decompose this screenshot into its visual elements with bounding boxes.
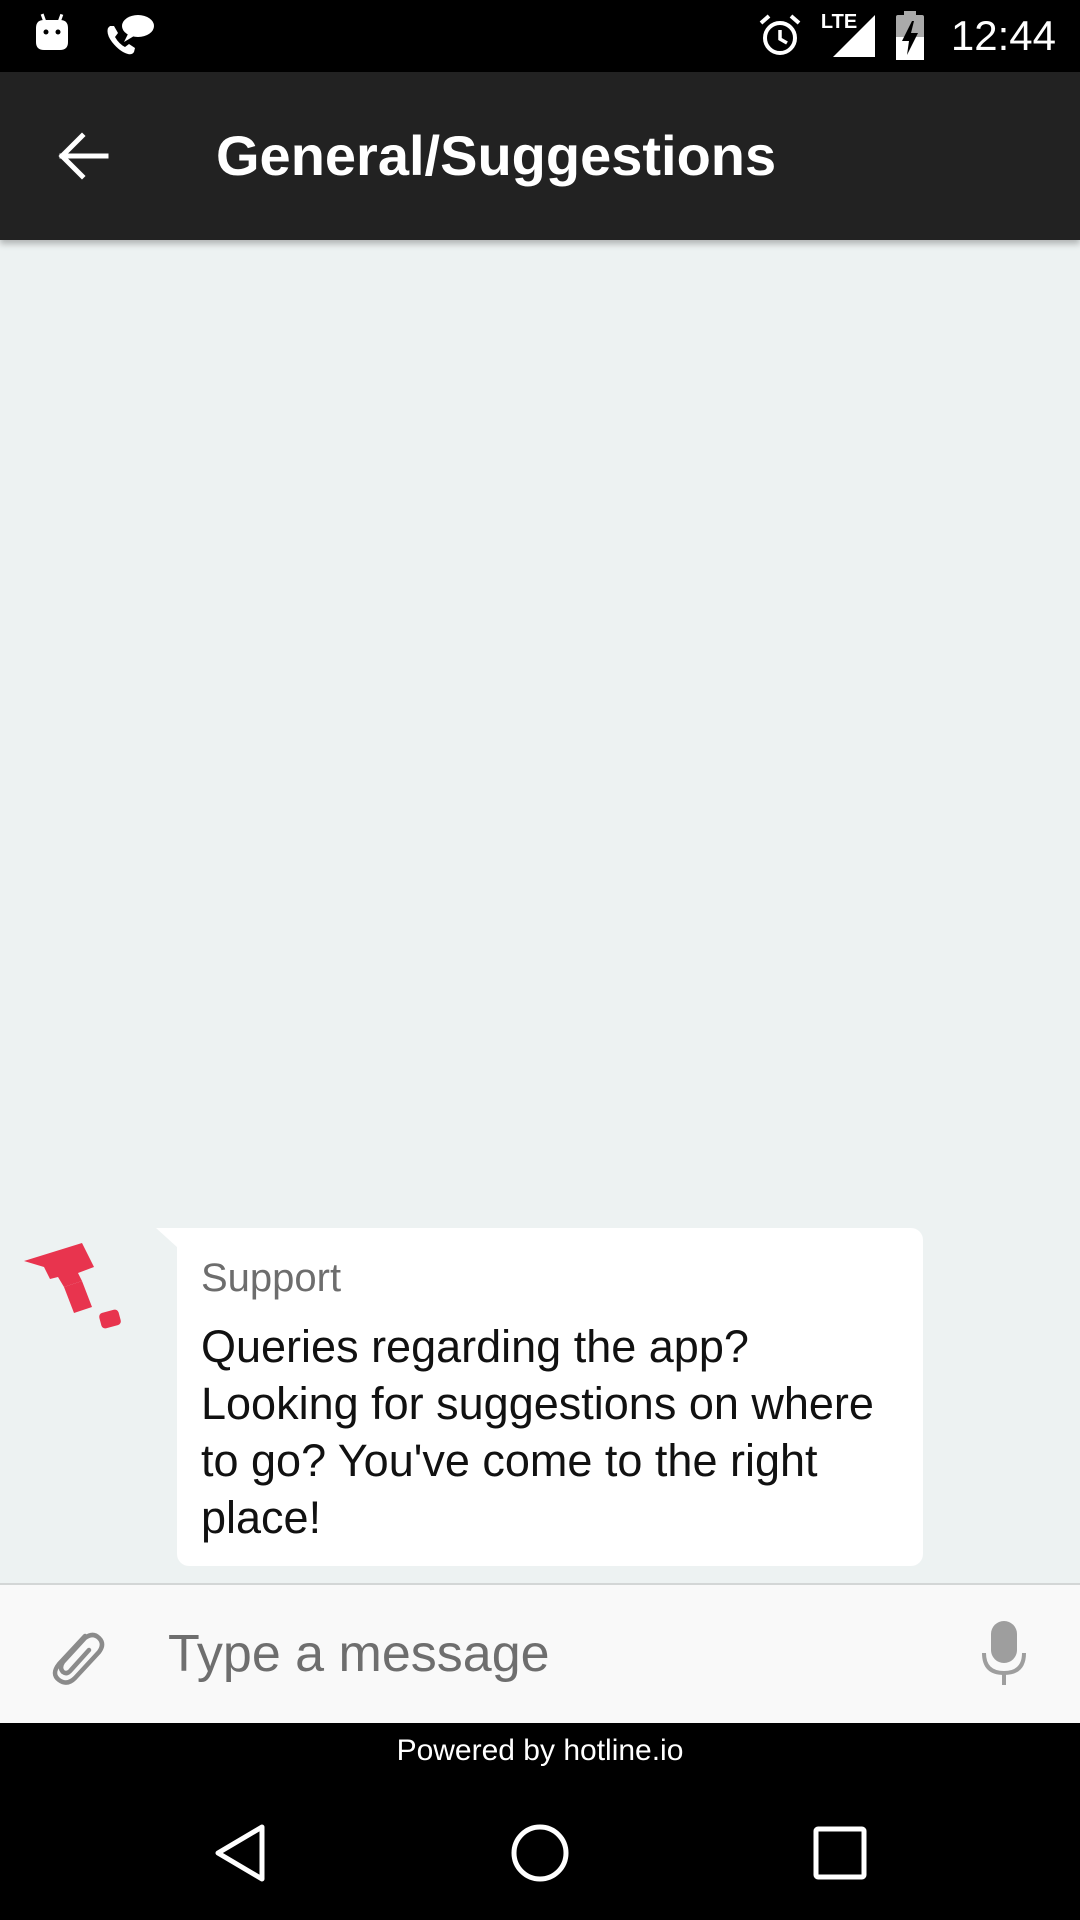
paperclip-icon xyxy=(52,1632,105,1685)
android-icon xyxy=(36,13,68,50)
message-bubble[interactable]: Support Queries regarding the app? Looki… xyxy=(177,1228,923,1566)
clock: 12:44 xyxy=(950,12,1056,59)
attach-button[interactable] xyxy=(36,1615,116,1695)
lte-signal-icon: LTE xyxy=(821,11,877,61)
nav-back-button[interactable] xyxy=(190,1803,290,1903)
message-text: Queries regarding the app? Looking for s… xyxy=(201,1321,874,1543)
message-sender: Support xyxy=(201,1256,342,1300)
chat-screen: LTE 12:44 General/Suggestions Support Qu… xyxy=(0,0,1080,1920)
back-button[interactable] xyxy=(44,116,124,196)
navigation-bar xyxy=(0,1779,1080,1920)
message-composer xyxy=(0,1583,1080,1723)
phone-call-icon xyxy=(107,15,154,55)
microphone-icon xyxy=(982,1621,1026,1685)
page-title: General/Suggestions xyxy=(216,124,777,187)
arrow-left-icon xyxy=(58,132,109,180)
nav-recents-icon xyxy=(813,1826,867,1880)
microphone-button[interactable] xyxy=(962,1609,1046,1699)
nav-recents-button[interactable] xyxy=(790,1803,890,1903)
status-bar: LTE 12:44 xyxy=(0,0,1080,72)
app-bar: General/Suggestions xyxy=(0,72,1080,240)
nav-back-icon xyxy=(215,1824,265,1882)
brand-logo-icon xyxy=(24,1243,121,1329)
nav-home-icon xyxy=(511,1824,569,1882)
nav-home-button[interactable] xyxy=(490,1803,590,1903)
message-input[interactable] xyxy=(168,1609,938,1699)
alarm-icon xyxy=(759,14,801,55)
message-list[interactable]: Support Queries regarding the app? Looki… xyxy=(0,240,1080,1583)
bubble-tail xyxy=(156,1228,178,1248)
powered-by-text[interactable]: Powered by hotline.io xyxy=(0,1723,1080,1779)
battery-charging-icon xyxy=(895,11,924,60)
